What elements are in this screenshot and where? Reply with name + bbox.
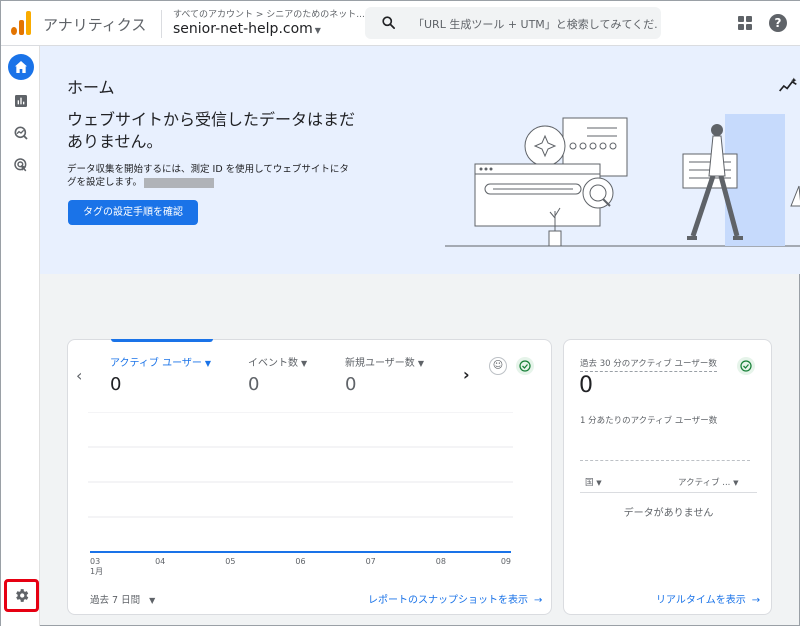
arrow-right-icon: → [751,595,761,606]
chevron-down-icon: ▼ [314,26,321,35]
realtime-card: 過去 30 分のアクティブ ユーザー数 0 1 分あたりのアクティブ ユーザー数… [563,339,772,615]
realtime-chart-baseline [580,460,750,461]
chevron-right-icon[interactable]: › [463,365,470,384]
x-tick-label: 03 [90,557,100,566]
x-month-label: 1月 [90,567,103,576]
chevron-down-icon: ▼ [149,596,156,605]
view-report-snapshot-link[interactable]: レポートのスナップショットを表示 → [368,591,542,606]
home-hero-banner: ホーム ウェブサイトから受信したデータはまだありません。 データ収集を開始するに… [40,46,800,274]
view-realtime-link[interactable]: リアルタイムを表示 → [656,591,760,606]
snapshot-line-chart: 03 04 05 06 07 08 09 1月 [88,412,513,576]
admin-settings-button[interactable] [4,579,39,612]
top-bar: アナリティクス すべてのアカウント > シニアのためのネット... senior… [1,1,800,46]
account-breadcrumb[interactable]: すべてのアカウント > シニアのためのネット... [173,7,365,20]
left-navigation [1,46,40,626]
realtime-subtitle: 1 分あたりのアクティブ ユーザー数 [580,416,718,426]
explore-icon [14,126,28,140]
reports-icon [15,95,27,107]
insights-badge-icon[interactable]: ☺ [489,357,507,375]
chevron-down-icon: ▼ [301,359,308,368]
gear-icon [16,589,29,602]
chevron-down-icon: ▼ [596,479,602,487]
metric-label: 新規ユーザー数 [345,358,415,369]
check-circle-icon[interactable] [516,357,534,375]
metric-value: 0 [248,374,260,395]
x-tick-label: 06 [295,557,305,566]
search-bar[interactable]: 「URL 生成ツール + UTM」と検索してみてくだ... [365,7,661,39]
no-data-heading: ウェブサイトから受信したデータはまだありません。 [67,110,356,151]
table-divider [580,492,757,493]
snapshot-card: ‹ アクティブ ユーザー ▼ 0 イベント数 ▼ 0 新規ユーザー数 ▼ 0 › ☺ … [67,339,552,615]
x-tick-label: 05 [225,557,235,566]
active-tab-indicator [111,339,213,342]
x-tick-label: 04 [155,557,165,566]
metric-value: 0 [345,374,357,395]
no-data-message: データがありません [623,508,714,519]
nav-reports-button[interactable] [8,88,34,114]
advertising-icon [14,158,27,172]
redacted-measurement-id [144,177,215,188]
app-title[interactable]: アナリティクス [43,14,146,35]
x-tick-label: 09 [501,557,511,566]
metric-active-users[interactable]: アクティブ ユーザー ▼ 0 [110,354,211,395]
nav-explore-button[interactable] [8,120,34,146]
search-icon [382,16,395,29]
hero-illustration [445,114,800,247]
chevron-down-icon: ▼ [204,359,212,368]
realtime-title[interactable]: 過去 30 分のアクティブ ユーザー数 [580,357,717,372]
tag-setup-button[interactable]: タグの設定手順を確認 [68,200,198,225]
property-name: senior-net-help.com [173,21,313,37]
chevron-down-icon: ▼ [417,359,424,368]
metric-label: イベント数 [248,358,298,369]
chevron-left-icon[interactable]: ‹ [76,366,82,385]
x-tick-label: 08 [436,557,446,566]
metric-label: アクティブ ユーザー [110,358,202,369]
metric-event-count[interactable]: イベント数 ▼ 0 [248,354,307,395]
date-range-label: 過去 7 日間 [90,595,141,606]
realtime-value: 0 [579,373,593,398]
chevron-down-icon: ▼ [733,479,739,487]
apps-grid-icon[interactable] [738,16,752,30]
nav-advertising-button[interactable] [8,152,34,178]
date-range-selector[interactable]: 過去 7 日間 ▼ [90,592,155,606]
active-users-column-header[interactable]: アクティブ ... ▼ [678,476,738,488]
search-input[interactable]: 「URL 生成ツール + UTM」と検索してみてくだ... [413,16,657,32]
home-icon [15,61,27,73]
no-data-description: データ収集を開始するには、測定 ID を使用してウェブサイトにタグを設定します。 [67,164,349,188]
header-divider [161,10,162,38]
page-title: ホーム [67,78,115,97]
x-tick-label: 07 [366,557,376,566]
country-column-header[interactable]: 国 ▼ [585,476,602,488]
help-icon[interactable]: ? [769,14,787,32]
metric-new-users[interactable]: 新規ユーザー数 ▼ 0 [345,354,424,395]
metric-value: 0 [110,374,122,395]
insights-icon[interactable] [778,76,798,96]
analytics-logo[interactable] [11,11,33,35]
check-circle-icon[interactable] [737,357,755,375]
nav-home-button[interactable] [8,54,34,80]
property-selector[interactable]: senior-net-help.com ▼ [173,21,321,37]
arrow-right-icon: → [534,595,543,606]
